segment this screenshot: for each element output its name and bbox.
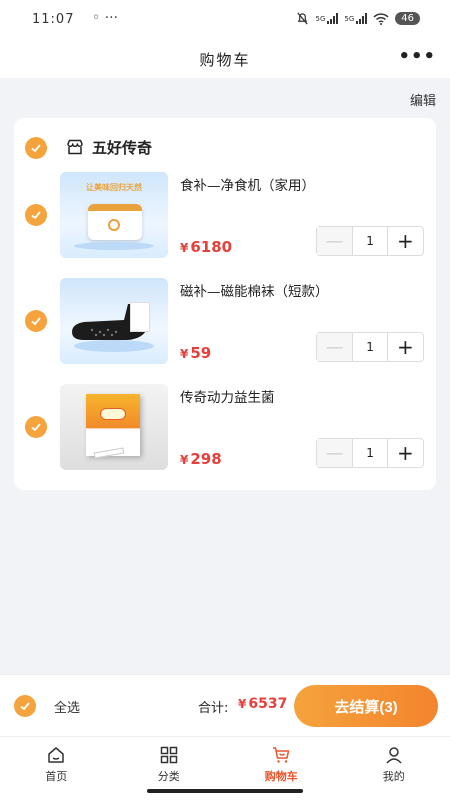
check-icon (31, 423, 41, 432)
product-price: ¥298 (180, 450, 222, 468)
status-bar: 11:07 ◦ ··· 5G 5G 46 (0, 0, 450, 40)
shop-card: 五好传奇 让美味回归天然 食补—净食机（家用） ¥6180 — 1 + 磁补—磁… (14, 118, 436, 490)
tab-label: 首页 (45, 770, 68, 783)
shop-name: 五好传奇 (92, 139, 153, 157)
quantity-stepper: — 1 + (316, 226, 424, 256)
increase-button[interactable]: + (388, 333, 423, 361)
decrease-button[interactable]: — (317, 333, 353, 361)
home-indicator (147, 789, 303, 793)
tab-label: 分类 (157, 770, 180, 783)
tab-label: 我的 (382, 770, 405, 783)
product-image-probiotic[interactable] (60, 384, 168, 470)
wifi-icon (373, 12, 389, 25)
decrease-button[interactable]: — (317, 439, 353, 467)
check-icon (31, 211, 41, 220)
checkout-bar: 全选 合计: ¥6537 去结算(3) (0, 674, 450, 736)
select-all-checkbox[interactable] (14, 695, 36, 717)
quantity-stepper: — 1 + (316, 438, 424, 468)
check-icon (31, 317, 41, 326)
total-label: 合计: (198, 701, 229, 716)
nav-bar: 购物车 ••• (0, 40, 450, 78)
battery-indicator: 46 (395, 12, 420, 25)
home-icon (48, 747, 64, 763)
edit-button[interactable]: 编辑 (410, 90, 436, 109)
more-menu-button[interactable]: ••• (398, 46, 436, 67)
checkout-button[interactable]: 去结算(3) (294, 685, 438, 727)
total-amount: ¥6537 (238, 696, 288, 712)
select-all-label[interactable]: 全选 (54, 697, 80, 716)
product-price: ¥59 (180, 344, 212, 362)
shop-checkbox[interactable] (25, 137, 47, 159)
product-name[interactable]: 食补—净食机（家用） (180, 174, 315, 194)
network-label-2: 5G (344, 14, 355, 23)
mute-icon (297, 12, 309, 25)
item-checkbox[interactable] (25, 204, 47, 226)
status-notification-dots: ◦ ··· (92, 10, 119, 26)
decrease-button[interactable]: — (317, 227, 353, 255)
store-icon (67, 139, 83, 155)
check-icon (31, 144, 41, 153)
product-banner-text: 让美味回归天然 (86, 183, 142, 192)
cart-item: 传奇动力益生菌 ¥298 — 1 + (14, 384, 436, 476)
cart-item: 磁补—磁能棉袜（短款） ¥59 — 1 + (14, 278, 436, 370)
cart-icon (273, 747, 290, 763)
quantity-value[interactable]: 1 (352, 227, 388, 255)
status-time: 11:07 (32, 12, 75, 27)
tab-profile[interactable]: 我的 (338, 737, 450, 800)
grid-icon (160, 746, 177, 764)
status-icons: 5G 5G 46 (296, 12, 420, 25)
product-name[interactable]: 传奇动力益生菌 (180, 386, 275, 406)
page-title: 购物车 (199, 51, 251, 69)
increase-button[interactable]: + (388, 439, 423, 467)
product-image-food-machine[interactable]: 让美味回归天然 (60, 172, 168, 258)
increase-button[interactable]: + (388, 227, 423, 255)
item-checkbox[interactable] (25, 416, 47, 438)
product-name[interactable]: 磁补—磁能棉袜（短款） (180, 280, 329, 300)
quantity-value[interactable]: 1 (352, 333, 388, 361)
signal-icon (327, 13, 339, 24)
product-image-socks[interactable] (60, 278, 168, 364)
tab-label: 购物车 (264, 770, 298, 783)
quantity-stepper: — 1 + (316, 332, 424, 362)
user-icon (386, 747, 402, 764)
tab-home[interactable]: 首页 (0, 737, 113, 800)
product-price: ¥6180 (180, 238, 233, 256)
item-checkbox[interactable] (25, 310, 47, 332)
check-icon (20, 702, 30, 711)
quantity-value[interactable]: 1 (352, 439, 388, 467)
signal-icon-2 (356, 13, 368, 24)
network-label-1: 5G (315, 14, 326, 23)
cart-item: 让美味回归天然 食补—净食机（家用） ¥6180 — 1 + (14, 172, 436, 264)
